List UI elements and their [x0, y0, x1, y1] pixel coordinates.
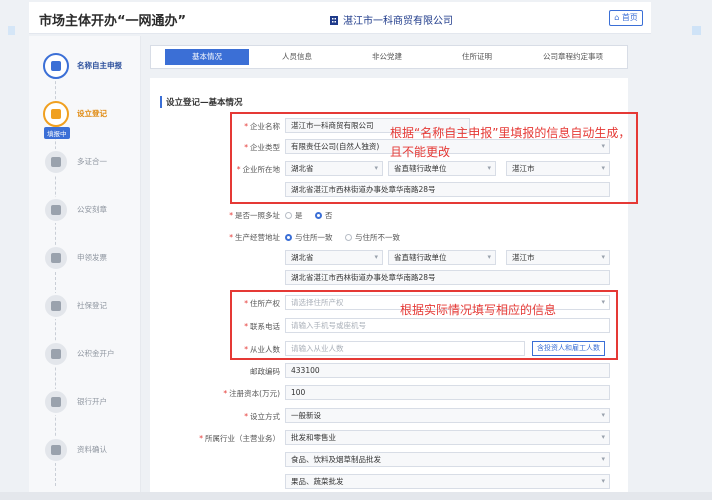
home-button[interactable]: ⌂ 首页 — [609, 10, 643, 26]
radio-same-address[interactable]: 与住所一致 — [285, 232, 333, 243]
shield-icon — [43, 293, 69, 319]
step-label: 公安刻章 — [77, 205, 107, 214]
tab-basic-info[interactable]: 基本情况 — [165, 49, 249, 65]
annotation-note-auto: 根据“名称自主申报”里填报的信息自动生成，且不能更改 — [390, 126, 631, 159]
chevron-down-icon: ▾ — [601, 411, 605, 419]
section-title: 设立登记—基本情况 — [160, 96, 243, 108]
chevron-down-icon: ▾ — [374, 253, 378, 261]
radio-dot — [315, 212, 322, 219]
tab-personnel[interactable]: 人员信息 — [255, 49, 339, 65]
top-header: 市场主体开办“一网通办” 湛江市一科商贸有限公司 ⌂ 首页 — [29, 2, 651, 34]
capital-label: * 注册资本(万元) — [223, 389, 280, 398]
checklist-icon — [43, 437, 69, 463]
capital-field[interactable]: 100 — [285, 385, 610, 400]
postcode-label: 邮政编码 — [250, 367, 280, 376]
home-icon — [43, 341, 69, 367]
company-name-display: 湛江市一科商贸有限公司 — [329, 12, 453, 27]
radio-yes[interactable]: 是 — [285, 210, 303, 221]
step-label: 公积金开户 — [77, 349, 115, 358]
status-badge: 填报中 — [44, 127, 70, 139]
tab-party-building[interactable]: 非公党建 — [345, 49, 429, 65]
step-name-declaration[interactable]: 名称自主申报 — [35, 50, 139, 80]
radio-no[interactable]: 否 — [315, 210, 333, 221]
step-label: 资料确认 — [77, 445, 107, 454]
industry-label: * 所属行业（主营业务） — [199, 434, 280, 443]
biz-unit-select[interactable]: 省直辖行政单位 ▾ — [388, 250, 496, 265]
step-label: 申领发票 — [77, 253, 107, 262]
invoice-icon — [43, 245, 69, 271]
chevron-down-icon: ▾ — [601, 477, 605, 485]
step-label: 银行开户 — [77, 397, 107, 406]
step-label: 设立登记 — [77, 109, 107, 118]
step-label: 多证合一 — [77, 157, 107, 166]
decoration — [692, 26, 701, 35]
one-photo-label: * 是否一照多址 — [229, 211, 280, 220]
step-invoice[interactable]: 申领发票 — [35, 242, 139, 272]
bank-icon — [43, 389, 69, 415]
biz-city-select[interactable]: 湛江市 ▾ — [506, 250, 610, 265]
step-label: 名称自主申报 — [77, 61, 122, 70]
annotation-note-manual: 根据实际情况填写相应的信息 — [400, 303, 557, 317]
biz-province-select[interactable]: 湖北省 ▾ — [285, 250, 383, 265]
edit-icon — [43, 53, 69, 79]
stamp-icon — [43, 197, 69, 223]
biz-address-field[interactable]: 湖北省湛江市西林街道办事处章华南路28号 — [285, 270, 610, 285]
radio-dot — [285, 212, 292, 219]
company-label: 湛江市一科商贸有限公司 — [343, 16, 453, 27]
chevron-down-icon: ▾ — [487, 253, 491, 261]
decoration — [8, 26, 15, 35]
radio-dot — [285, 234, 292, 241]
document-icon — [43, 101, 69, 127]
chevron-down-icon: ▾ — [601, 253, 605, 261]
radio-different-address[interactable]: 与住所不一致 — [345, 232, 400, 243]
method-label: * 设立方式 — [244, 412, 280, 421]
home-label: 首页 — [621, 13, 638, 22]
method-select[interactable]: 一般新设 ▾ — [285, 408, 610, 423]
app-title: 市场主体开办“一网通办” — [39, 14, 187, 29]
postcode-field[interactable]: 433100 — [285, 363, 610, 378]
form-tabs: 基本情况 人员信息 非公党建 住所证明 公司章程约定事项 — [150, 45, 628, 69]
certificate-icon — [43, 149, 69, 175]
chevron-down-icon: ▾ — [601, 455, 605, 463]
building-icon — [330, 16, 338, 25]
industry-select-2[interactable]: 食品、饮料及烟草制品批发 ▾ — [285, 452, 610, 467]
biz-address-label: * 生产经营地址 — [229, 233, 280, 242]
progress-sidebar: 名称自主申报 设立登记 填报中 多证合一 公安刻章 申领发票 社保登记 公积金开… — [29, 36, 141, 500]
industry-select-3[interactable]: 果品、蔬菜批发 ▾ — [285, 474, 610, 489]
tab-residence-proof[interactable]: 住所证明 — [435, 49, 519, 65]
step-label: 社保登记 — [77, 301, 107, 310]
industry-select-1[interactable]: 批发和零售业 ▾ — [285, 430, 610, 445]
tab-articles[interactable]: 公司章程约定事项 — [525, 49, 621, 65]
bottom-scrollbar[interactable] — [0, 492, 712, 500]
chevron-down-icon: ▾ — [601, 433, 605, 441]
radio-dot — [345, 234, 352, 241]
